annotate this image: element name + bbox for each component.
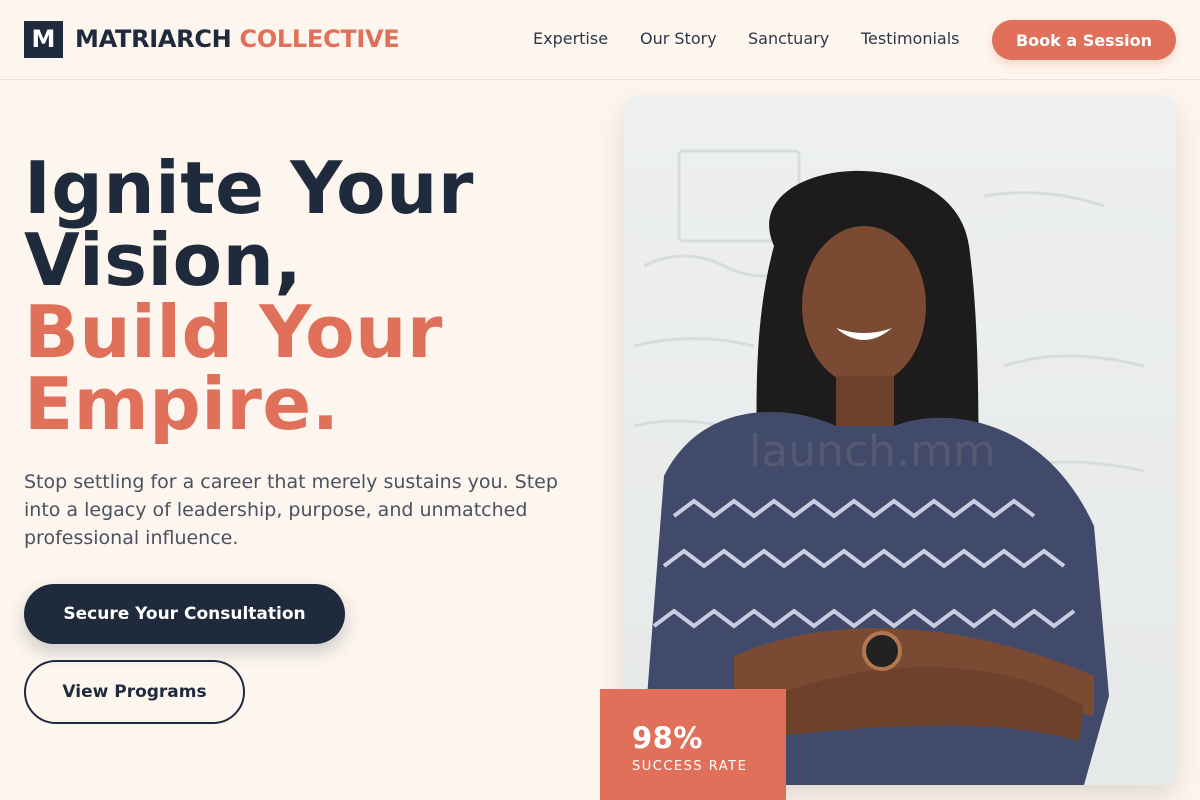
stat-value: 98% (632, 721, 703, 755)
logo-wordmark: MATRIARCH COLLECTIVE (75, 21, 400, 58)
stat-label: SUCCESS RATE (632, 759, 748, 774)
view-programs-button[interactable]: View Programs (24, 660, 245, 724)
hero-headline: Ignite Your Vision, Build Your Empire. (24, 152, 584, 440)
nav-link-expertise[interactable]: Expertise (533, 29, 608, 49)
headline-line-accent: Build Your (24, 290, 443, 374)
logo-primary-text: MATRIARCH (75, 25, 232, 53)
nav-link-sanctuary[interactable]: Sanctuary (748, 29, 829, 49)
success-rate-badge: 98% SUCCESS RATE (600, 689, 786, 800)
site-header: M MATRIARCH COLLECTIVE Expertise Our Sto… (0, 0, 1200, 80)
logo-accent-text: COLLECTIVE (239, 25, 400, 53)
logo[interactable]: M MATRIARCH COLLECTIVE (24, 21, 400, 58)
secure-consultation-button[interactable]: Secure Your Consultation (24, 584, 345, 644)
hero-subtext: Stop settling for a career that merely s… (24, 471, 558, 549)
headline-line: Ignite Your (24, 146, 474, 230)
nav-link-testimonials[interactable]: Testimonials (861, 29, 960, 49)
headline-line: Vision, (24, 218, 303, 302)
hero-photo: launch.mm (624, 96, 1176, 785)
watermark-text: launch.mm (749, 426, 996, 477)
headline-line-accent: Empire. (24, 362, 340, 446)
book-session-button[interactable]: Book a Session (992, 20, 1176, 60)
nav-link-our-story[interactable]: Our Story (640, 29, 717, 49)
logo-mark: M (24, 21, 63, 58)
